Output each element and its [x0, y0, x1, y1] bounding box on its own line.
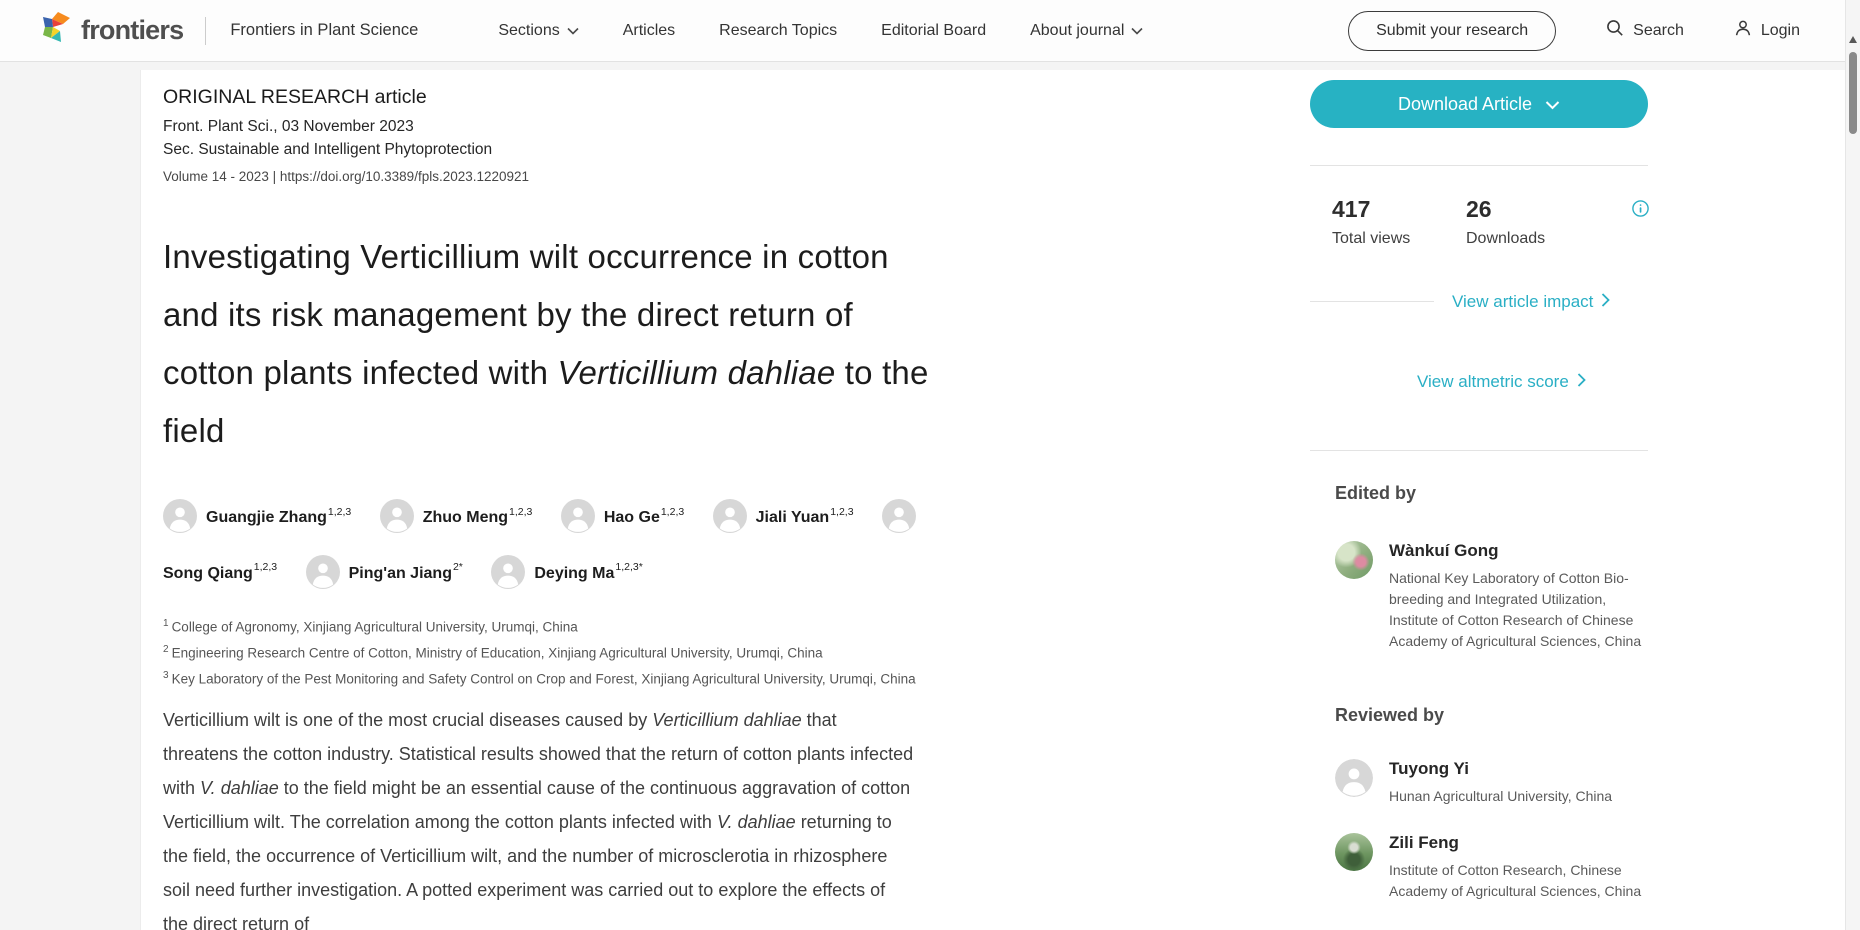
abstract-segment: Verticillium wilt is one of the most cru…: [163, 710, 652, 730]
nav-item-editorial-board[interactable]: Editorial Board: [881, 22, 986, 40]
author-superscript: 1,2,3: [328, 506, 351, 518]
edited-by-heading: Edited by: [1335, 483, 1416, 504]
author-avatar-icon: [561, 499, 595, 533]
user-icon: [1734, 19, 1752, 42]
downloads-value: 26: [1466, 196, 1492, 223]
avatar-photo: [1335, 833, 1373, 871]
chevron-down-icon: [1131, 22, 1143, 40]
affiliation-line: 2Engineering Research Centre of Cotton, …: [163, 639, 1063, 665]
total-views-label: Total views: [1332, 230, 1410, 248]
reviewer-affiliation: Hunan Agricultural University, China: [1389, 786, 1647, 807]
view-altmetric-score-link[interactable]: View altmetric score: [1417, 372, 1586, 392]
author-name: Ping'an Jiang: [349, 565, 452, 582]
author-avatar-icon: [713, 499, 747, 533]
avatar-placeholder-icon: [1335, 759, 1373, 797]
article-type-label: ORIGINAL RESEARCH article: [163, 86, 427, 109]
chevron-right-icon: [1577, 372, 1586, 392]
abstract-segment-italic: Verticillium dahliae: [652, 710, 801, 730]
author[interactable]: Deying Ma1,2,3*: [491, 565, 642, 582]
nav-item-research-topics[interactable]: Research Topics: [719, 22, 837, 40]
journal-name[interactable]: Frontiers in Plant Science: [230, 21, 418, 40]
reviewed-by-heading: Reviewed by: [1335, 705, 1444, 726]
author-avatar-icon: [882, 499, 916, 533]
chevron-down-icon: [1545, 94, 1560, 115]
submit-research-button[interactable]: Submit your research: [1348, 11, 1556, 51]
author-avatar-icon: [380, 499, 414, 533]
author-name: Jiali Yuan: [756, 509, 830, 526]
info-icon[interactable]: [1632, 200, 1649, 217]
doi-link[interactable]: https://doi.org/10.3389/fpls.2023.122092…: [280, 169, 529, 184]
author[interactable]: Hao Ge1,2,3: [561, 509, 684, 526]
search-button[interactable]: Search: [1606, 19, 1684, 42]
abstract-paragraph: Verticillium wilt is one of the most cru…: [163, 703, 915, 930]
chevron-right-icon: [1601, 292, 1610, 312]
section-line[interactable]: Sec. Sustainable and Intelligent Phytopr…: [163, 141, 492, 159]
author-name: Guangjie Zhang: [206, 509, 327, 526]
author-name: Hao Ge: [604, 509, 660, 526]
frontiers-logo[interactable]: frontiers: [40, 11, 183, 50]
frontiers-logo-icon: [40, 11, 72, 50]
nav-item-articles[interactable]: Articles: [623, 22, 675, 40]
reviewer-name: Zili Feng: [1389, 833, 1647, 853]
editor-affiliation: National Key Laboratory of Cotton Bio-br…: [1389, 568, 1647, 652]
affiliation-list: 1College of Agronomy, Xinjiang Agricultu…: [163, 613, 1063, 691]
editor-entry[interactable]: Wànkuí Gong National Key Laboratory of C…: [1335, 541, 1650, 652]
author-superscript: 1,2,3: [661, 506, 684, 518]
search-label: Search: [1633, 22, 1684, 40]
editor-name: Wànkuí Gong: [1389, 541, 1647, 561]
login-label: Login: [1761, 22, 1800, 40]
avatar-photo: [1335, 541, 1373, 579]
nav-item-about-journal[interactable]: About journal: [1030, 22, 1143, 40]
author[interactable]: Jiali Yuan1,2,3: [713, 509, 854, 526]
author[interactable]: Zhuo Meng1,2,3: [380, 509, 533, 526]
view-article-impact-link[interactable]: View article impact: [1452, 292, 1610, 312]
author-list: Guangjie Zhang1,2,3 Zhuo Meng1,2,3 Hao G…: [163, 488, 928, 599]
author-name: Deying Ma: [534, 565, 614, 582]
author-avatar-icon: [491, 555, 525, 589]
downloads-label: Downloads: [1466, 230, 1545, 248]
search-icon: [1606, 19, 1624, 42]
abstract-segment-italic: V. dahliae: [200, 778, 279, 798]
reviewer-name: Tuyong Yi: [1389, 759, 1647, 779]
author-superscript: 2*: [453, 561, 463, 573]
login-button[interactable]: Login: [1734, 19, 1800, 42]
author-superscript: 1,2,3: [830, 506, 853, 518]
sidebar-divider: [1310, 165, 1648, 166]
title-species-italic: Verticillium dahliae: [558, 354, 836, 391]
chevron-down-icon: [567, 22, 579, 40]
reviewer-affiliation: Institute of Cotton Research, Chinese Ac…: [1389, 860, 1647, 902]
article-title: Investigating Verticillium wilt occurren…: [163, 228, 938, 460]
total-views-value: 417: [1332, 196, 1370, 223]
reviewer-entry[interactable]: Zili Feng Institute of Cotton Research, …: [1335, 833, 1650, 902]
scroll-up-icon[interactable]: [1849, 36, 1857, 43]
frontiers-logo-text: frontiers: [81, 15, 183, 46]
nav-item-sections[interactable]: Sections: [498, 22, 578, 40]
scroll-thumb[interactable]: [1849, 52, 1857, 134]
sidebar-divider: [1310, 450, 1648, 451]
author-superscript: 1,2,3: [254, 561, 277, 573]
author-avatar-icon: [163, 499, 197, 533]
affiliation-line: 1College of Agronomy, Xinjiang Agricultu…: [163, 613, 1063, 639]
scrollbar[interactable]: [1845, 0, 1860, 930]
author-avatar-icon: [306, 555, 340, 589]
author-superscript: 1,2,3*: [615, 561, 642, 573]
author[interactable]: Guangjie Zhang1,2,3: [163, 509, 351, 526]
volume-doi-line: Volume 14 - 2023 | https://doi.org/10.33…: [163, 169, 529, 184]
citation-line: Front. Plant Sci., 03 November 2023: [163, 118, 414, 136]
author-superscript: 1,2,3: [509, 506, 532, 518]
nav-links: Sections Articles Research Topics Editor…: [498, 22, 1143, 40]
affiliation-line: 3Key Laboratory of the Pest Monitoring a…: [163, 665, 1063, 691]
author-name: Zhuo Meng: [423, 509, 508, 526]
impact-divider: [1310, 301, 1434, 302]
reviewer-entry[interactable]: Tuyong Yi Hunan Agricultural University,…: [1335, 759, 1650, 807]
abstract-segment-italic: V. dahliae: [717, 812, 796, 832]
nav-divider: [205, 17, 206, 45]
author[interactable]: Ping'an Jiang2*: [306, 565, 463, 582]
download-article-button[interactable]: Download Article: [1310, 80, 1648, 128]
author-name: Song Qiang: [163, 565, 253, 582]
top-nav-bar: frontiers Frontiers in Plant Science Sec…: [0, 0, 1860, 62]
